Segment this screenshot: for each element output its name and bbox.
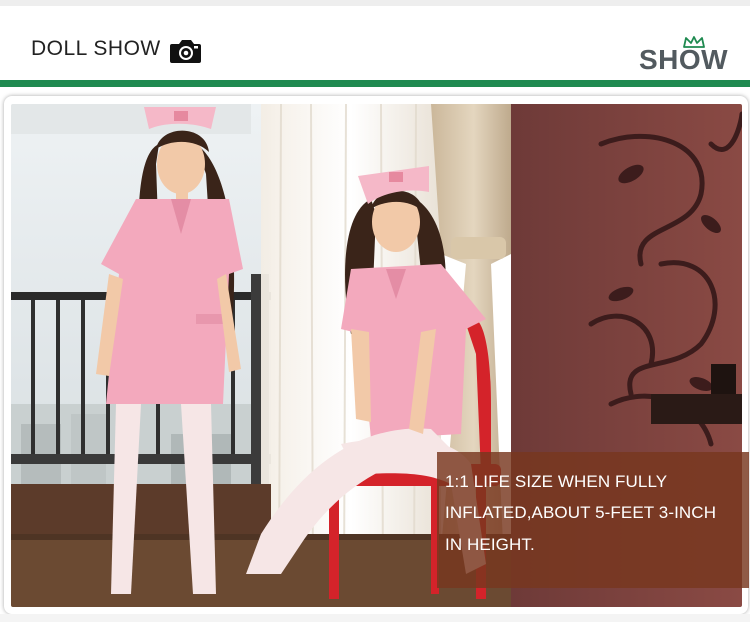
section-title: DOLL SHOW bbox=[31, 37, 161, 60]
bottom-strip bbox=[0, 614, 750, 622]
brand-logo: SHOW bbox=[639, 36, 737, 76]
caption-line: INFLATED,ABOUT 5-FEET 3-INCH bbox=[445, 503, 717, 522]
caption-box: 1:1 LIFE SIZE WHEN FULLY INFLATED,ABOUT … bbox=[437, 452, 749, 588]
brand-logo-text: SHOW bbox=[639, 44, 729, 75]
caption-line: 1:1 LIFE SIZE WHEN FULLY bbox=[445, 472, 668, 491]
camera-icon bbox=[170, 40, 201, 63]
accent-bar bbox=[0, 80, 750, 87]
section-header: DOLL SHOW SHOW bbox=[0, 6, 750, 80]
caption-line: IN HEIGHT. bbox=[445, 535, 535, 554]
